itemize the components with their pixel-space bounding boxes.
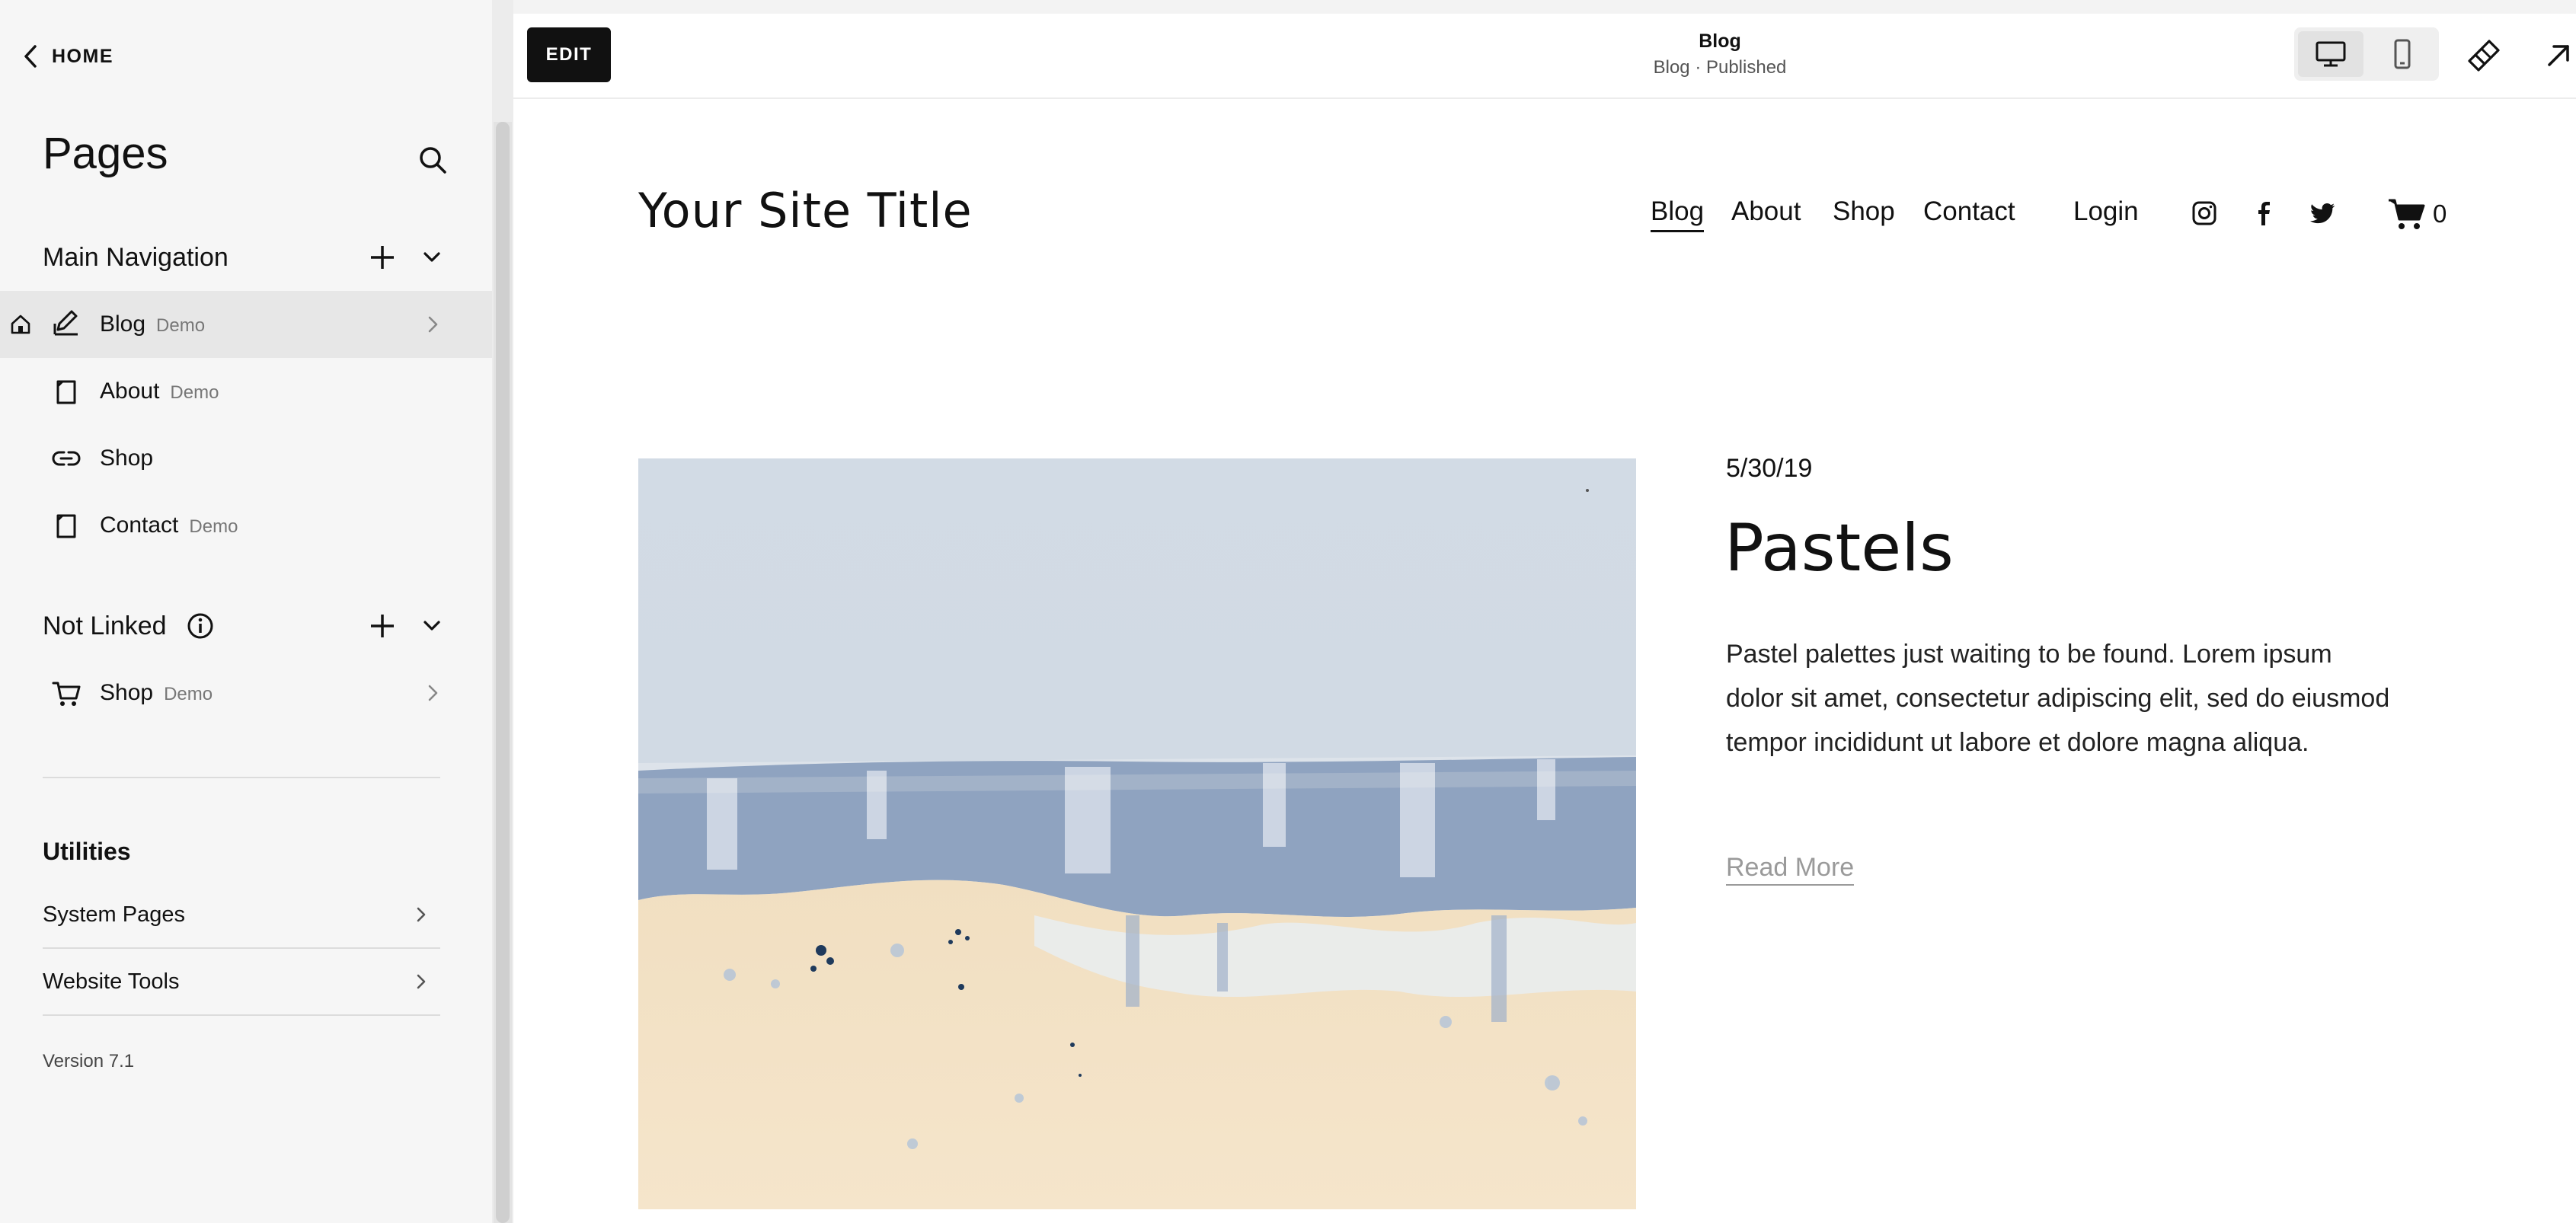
add-page-not-linked-icon[interactable]: [367, 611, 398, 641]
site-nav-shop[interactable]: Shop: [1833, 196, 1895, 227]
site-title[interactable]: Your Site Title: [638, 183, 973, 238]
utilities-label: Utilities: [43, 838, 131, 865]
post-title[interactable]: Pastels: [1724, 510, 1954, 586]
sidebar-scrollbar[interactable]: [494, 122, 512, 1223]
page-status-title: Blog: [1699, 30, 1741, 52]
main-navigation-label: Main Navigation: [43, 242, 229, 272]
add-page-main-nav-icon[interactable]: [367, 242, 398, 273]
main-navigation-header: Main Navigation: [43, 235, 229, 280]
sidebar-item-about[interactable]: About Demo: [0, 358, 492, 425]
page-status: Blog Blog · Published: [1476, 30, 1964, 78]
desktop-view-button[interactable]: [2298, 31, 2363, 77]
sidebar-item-label: About Demo: [100, 378, 219, 404]
sidebar-item-label: Blog Demo: [100, 311, 206, 337]
instagram-icon[interactable]: [2191, 200, 2218, 227]
system-pages-item[interactable]: System Pages: [43, 882, 440, 949]
website-tools-label: Website Tools: [43, 969, 180, 994]
cart-icon: [2389, 199, 2425, 229]
open-site-button[interactable]: [2539, 37, 2576, 75]
site-nav-about[interactable]: About: [1731, 196, 1801, 227]
mobile-view-button[interactable]: [2370, 31, 2435, 77]
not-linked-header: Not Linked: [43, 603, 167, 649]
demo-badge: Demo: [189, 516, 238, 537]
demo-badge: Demo: [170, 382, 219, 403]
page-icon: [56, 514, 76, 538]
design-button[interactable]: [2465, 37, 2503, 75]
sidebar-item-label: Shop Demo: [100, 680, 213, 705]
site-login-link[interactable]: Login: [2073, 196, 2139, 227]
pages-sidebar: HOME Pages Main Navigation Blog Demo Abo…: [0, 0, 492, 1223]
chevron-right-icon: [417, 974, 426, 989]
system-pages-label: System Pages: [43, 902, 185, 927]
cart-icon: [52, 682, 81, 706]
post-date: 5/30/19: [1726, 454, 1813, 483]
sidebar-item-shop[interactable]: Shop: [0, 425, 492, 492]
homepage-icon: [11, 315, 30, 334]
sidebar-item-shop-not-linked[interactable]: Shop Demo: [0, 659, 492, 726]
sidebar-item-label: Contact Demo: [100, 513, 238, 538]
collapse-main-nav-chevron-icon[interactable]: [419, 244, 445, 270]
site-nav-contact[interactable]: Contact: [1923, 196, 2015, 227]
site-nav-blog[interactable]: Blog: [1651, 196, 1705, 232]
info-icon[interactable]: [186, 612, 215, 640]
post-featured-image[interactable]: [638, 458, 1636, 1209]
post-excerpt: Pastel palettes just waiting to be found…: [1726, 640, 2390, 757]
sidebar-item-label: Shop: [100, 445, 154, 471]
mobile-icon: [2394, 39, 2411, 69]
sidebar-item-blog[interactable]: Blog Demo: [0, 291, 492, 358]
cart-count: 0: [2433, 200, 2447, 228]
chevron-right-icon: [417, 907, 426, 922]
blog-icon: [53, 310, 78, 336]
facebook-icon[interactable]: [2250, 200, 2277, 227]
link-icon: [52, 451, 81, 466]
demo-badge: Demo: [164, 684, 213, 704]
topbar-strip: [513, 0, 2576, 14]
home-label: HOME: [52, 45, 113, 67]
scrollbar-thumb[interactable]: [496, 122, 510, 1223]
paintbrush-icon: [2468, 40, 2500, 72]
edit-button[interactable]: EDIT: [527, 27, 611, 82]
website-tools-item[interactable]: Website Tools: [43, 949, 440, 1016]
version-label: Version 7.1: [43, 1051, 135, 1071]
page-icon: [56, 380, 76, 404]
chevron-left-icon: [24, 45, 37, 68]
site-cart[interactable]: 0: [2387, 196, 2447, 232]
not-linked-label: Not Linked: [43, 611, 167, 640]
page-title: Pages: [43, 129, 168, 178]
twitter-icon[interactable]: [2309, 200, 2337, 227]
home-link[interactable]: HOME: [20, 40, 113, 73]
chevron-right-icon: [428, 685, 438, 701]
search-icon[interactable]: [416, 143, 449, 177]
collapse-not-linked-chevron-icon[interactable]: [419, 613, 445, 639]
device-toggle: [2294, 27, 2439, 81]
desktop-icon: [2316, 41, 2346, 67]
external-arrow-icon: [2548, 45, 2569, 66]
demo-badge: Demo: [156, 315, 206, 336]
editor-topbar: EDIT Blog Blog · Published: [513, 14, 2576, 99]
pastel-painting-image: [638, 458, 1636, 1209]
page-status-subtitle: Blog · Published: [1653, 57, 1787, 78]
read-more-link[interactable]: Read More: [1726, 853, 1855, 886]
chevron-right-icon: [428, 316, 438, 333]
sidebar-item-contact[interactable]: Contact Demo: [0, 492, 492, 559]
site-preview: Your Site Title Blog About Shop Contact …: [513, 99, 2576, 1223]
sidebar-divider: [43, 777, 440, 778]
